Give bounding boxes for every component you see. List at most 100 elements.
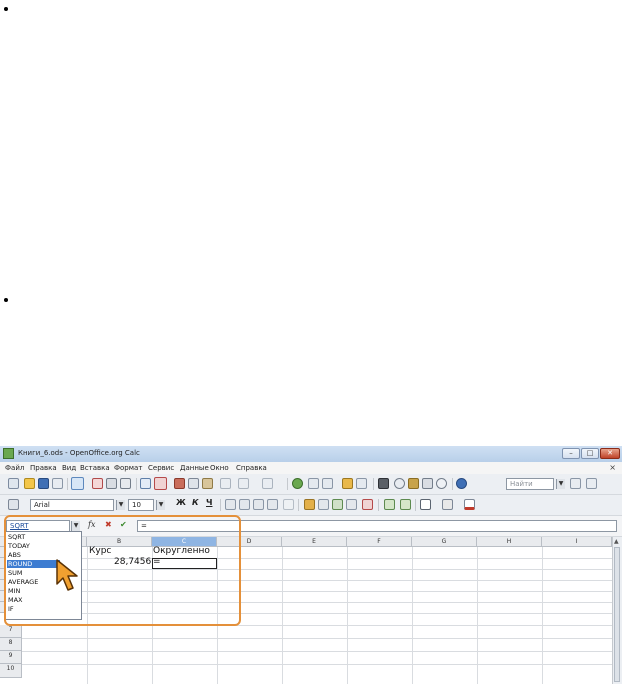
maximize-button[interactable]: □ xyxy=(581,448,599,459)
cut-icon[interactable] xyxy=(174,478,185,489)
standard-format-icon[interactable] xyxy=(332,499,343,510)
column-header-d[interactable]: D xyxy=(217,537,282,547)
row-header-10[interactable]: 10 xyxy=(0,664,22,678)
menu-window[interactable]: Окно xyxy=(210,464,229,472)
borders-icon[interactable] xyxy=(420,499,431,510)
accept-icon[interactable]: ✔ xyxy=(120,520,127,529)
font-name-box[interactable]: Arial xyxy=(30,499,114,511)
draw-functions-icon[interactable] xyxy=(356,478,367,489)
vertical-scrollbar[interactable]: ▲ xyxy=(612,537,622,684)
zoom-icon[interactable] xyxy=(436,478,447,489)
scroll-thumb[interactable] xyxy=(614,547,620,682)
delete-decimal-icon[interactable] xyxy=(362,499,373,510)
underline-button[interactable]: Ч xyxy=(206,498,212,507)
find-replace-icon[interactable] xyxy=(378,478,389,489)
row-header-9[interactable]: 9 xyxy=(0,651,22,664)
menu-insert[interactable]: Вставка xyxy=(80,464,110,472)
function-option-average[interactable]: AVERAGE xyxy=(7,578,60,586)
formula-input[interactable]: = xyxy=(137,520,617,532)
increase-indent-icon[interactable] xyxy=(400,499,411,510)
hyperlink-icon[interactable] xyxy=(292,478,303,489)
find-dropdown-icon[interactable]: ▼ xyxy=(556,479,565,489)
font-size-box[interactable]: 10 xyxy=(128,499,154,511)
row-header-7[interactable]: 7 xyxy=(0,625,22,638)
menu-view[interactable]: Вид xyxy=(62,464,76,472)
undo-icon[interactable] xyxy=(238,478,249,489)
row-header-8[interactable]: 8 xyxy=(0,638,22,651)
find-previous-icon[interactable] xyxy=(586,478,597,489)
function-option-min[interactable]: MIN xyxy=(7,587,60,595)
function-option-if[interactable]: IF xyxy=(7,605,60,613)
cell-c2-active[interactable] xyxy=(152,558,217,569)
percent-format-icon[interactable] xyxy=(318,499,329,510)
cell-b1[interactable]: Курс xyxy=(89,546,111,556)
column-header-i[interactable]: I xyxy=(542,537,612,547)
background-color-icon[interactable] xyxy=(442,499,453,510)
data-sources-icon[interactable] xyxy=(422,478,433,489)
function-option-max[interactable]: MAX xyxy=(7,596,60,604)
bullet-point xyxy=(4,298,8,302)
menu-format[interactable]: Формат xyxy=(114,464,142,472)
navigator-icon[interactable] xyxy=(394,478,405,489)
menu-edit[interactable]: Правка xyxy=(30,464,57,472)
add-decimal-icon[interactable] xyxy=(346,499,357,510)
cancel-icon[interactable]: ✖ xyxy=(105,520,112,529)
function-option-sqrt[interactable]: SQRT xyxy=(7,533,60,541)
gallery-icon[interactable] xyxy=(408,478,419,489)
edit-mode-icon[interactable] xyxy=(71,477,84,490)
justify-icon[interactable] xyxy=(267,499,278,510)
paste-icon[interactable] xyxy=(202,478,213,489)
find-input[interactable]: Найти xyxy=(506,478,554,490)
column-header-h[interactable]: H xyxy=(477,537,542,547)
function-option-today[interactable]: TODAY xyxy=(7,542,60,550)
help-icon[interactable] xyxy=(456,478,467,489)
column-header-e[interactable]: E xyxy=(282,537,347,547)
decrease-indent-icon[interactable] xyxy=(384,499,395,510)
print-icon[interactable] xyxy=(106,478,117,489)
bold-button[interactable]: Ж xyxy=(176,498,186,507)
print-preview-icon[interactable] xyxy=(120,478,131,489)
name-box-dropdown-icon[interactable]: ▼ xyxy=(71,521,80,531)
sort-ascending-icon[interactable] xyxy=(308,478,319,489)
minimize-button[interactable]: – xyxy=(562,448,580,459)
align-center-icon[interactable] xyxy=(239,499,250,510)
copy-icon[interactable] xyxy=(188,478,199,489)
function-option-abs[interactable]: ABS xyxy=(7,551,60,559)
save-icon[interactable] xyxy=(38,478,49,489)
spellcheck-icon[interactable] xyxy=(140,478,151,489)
cell-c1[interactable]: Округленно xyxy=(153,546,210,556)
font-name-dropdown-icon[interactable]: ▼ xyxy=(116,500,125,510)
align-left-icon[interactable] xyxy=(225,499,236,510)
function-option-sum[interactable]: SUM xyxy=(7,569,60,577)
font-size-dropdown-icon[interactable]: ▼ xyxy=(156,500,165,510)
sort-descending-icon[interactable] xyxy=(322,478,333,489)
scroll-up-icon[interactable]: ▲ xyxy=(614,539,620,545)
document-close-icon[interactable]: × xyxy=(609,463,616,472)
chart-icon[interactable] xyxy=(342,478,353,489)
find-next-icon[interactable] xyxy=(570,478,581,489)
cell-b2[interactable]: 28,7456 xyxy=(114,557,151,567)
menu-tools[interactable]: Сервис xyxy=(148,464,174,472)
autospellcheck-icon[interactable] xyxy=(154,477,167,490)
email-icon[interactable] xyxy=(52,478,63,489)
clone-format-icon[interactable] xyxy=(220,478,231,489)
export-pdf-icon[interactable] xyxy=(92,478,103,489)
column-header-g[interactable]: G xyxy=(412,537,477,547)
italic-button[interactable]: К xyxy=(192,498,199,507)
redo-icon[interactable] xyxy=(262,478,273,489)
function-wizard-icon[interactable]: fx xyxy=(88,520,95,529)
font-color-icon[interactable] xyxy=(464,499,475,510)
align-right-icon[interactable] xyxy=(253,499,264,510)
function-option-round[interactable]: ROUND xyxy=(7,560,60,568)
column-header-f[interactable]: F xyxy=(347,537,412,547)
close-button[interactable]: ✕ xyxy=(600,448,620,459)
new-document-icon[interactable] xyxy=(8,478,19,489)
cell-c2[interactable]: = xyxy=(153,557,161,567)
menu-file[interactable]: Файл xyxy=(5,464,24,472)
menu-data[interactable]: Данные xyxy=(180,464,209,472)
menu-help[interactable]: Справка xyxy=(236,464,267,472)
currency-format-icon[interactable] xyxy=(304,499,315,510)
merge-cells-icon[interactable] xyxy=(283,499,294,510)
styles-icon[interactable] xyxy=(8,499,19,510)
open-icon[interactable] xyxy=(24,478,35,489)
